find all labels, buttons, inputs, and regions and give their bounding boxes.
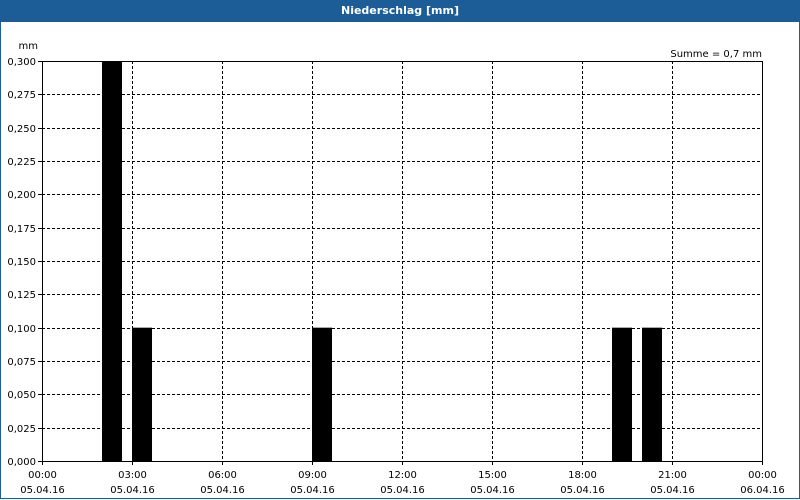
x-tick-date-label: 05.04.16 bbox=[560, 485, 605, 496]
x-tick-time-label: 15:00 bbox=[478, 470, 507, 481]
y-tick-label: 0,050 bbox=[7, 390, 36, 401]
chart-svg: 0,000 0,025 0,050 0,075 0,100 0,125 0,150 0,175… bbox=[7, 41, 784, 496]
x-tick-date-label: 05.04.16 bbox=[200, 485, 245, 496]
bar bbox=[102, 61, 123, 461]
x-tick-date-label: 05.04.16 bbox=[290, 485, 335, 496]
x-tick-time-label: 03:00 bbox=[118, 470, 147, 481]
x-tick-date-label: 06.04.16 bbox=[740, 485, 785, 496]
x-tick-time-label: 06:00 bbox=[208, 470, 237, 481]
x-tick-time-label: 09:00 bbox=[298, 470, 327, 481]
x-tick-date-label: 05.04.16 bbox=[650, 485, 695, 496]
x-tick-time-label: 18:00 bbox=[568, 470, 597, 481]
x-tick-date-label: 05.04.16 bbox=[470, 485, 515, 496]
x-tick-date-label: 05.04.16 bbox=[20, 485, 65, 496]
bar bbox=[312, 327, 333, 461]
y-tick-label: 0,150 bbox=[7, 257, 36, 268]
x-tick-time-label: 21:00 bbox=[658, 470, 687, 481]
y-axis-unit-label: mm bbox=[19, 41, 38, 52]
y-tick-label: 0,300 bbox=[7, 57, 36, 68]
bar bbox=[612, 327, 633, 461]
y-tick-label: 0,000 bbox=[7, 457, 36, 468]
sum-annotation: Summe = 0,7 mm bbox=[670, 49, 762, 60]
chart-frame: 0,000 0,025 0,050 0,075 0,100 0,125 0,150 0,175… bbox=[0, 22, 800, 499]
x-tick-time-label: 00:00 bbox=[748, 470, 777, 481]
chart-title: Niederschlag [mm] bbox=[0, 0, 800, 22]
y-tick-label: 0,275 bbox=[7, 90, 36, 101]
x-tick-time-label: 00:00 bbox=[28, 470, 57, 481]
x-tick-date-label: 05.04.16 bbox=[380, 485, 425, 496]
y-tick-label: 0,175 bbox=[7, 224, 36, 235]
bar bbox=[642, 327, 663, 461]
tick-labels: 0,000 0,025 0,050 0,075 0,100 0,125 0,150 0,175… bbox=[7, 57, 784, 496]
x-tick-date-label: 05.04.16 bbox=[110, 485, 155, 496]
y-tick-label: 0,225 bbox=[7, 157, 36, 168]
bar bbox=[132, 327, 153, 461]
y-tick-label: 0,075 bbox=[7, 357, 36, 368]
y-tick-label: 0,200 bbox=[7, 190, 36, 201]
y-tick-label: 0,125 bbox=[7, 290, 36, 301]
y-tick-label: 0,250 bbox=[7, 124, 36, 135]
x-tick-time-label: 12:00 bbox=[388, 470, 417, 481]
y-tick-label: 0,025 bbox=[7, 424, 36, 435]
y-tick-label: 0,100 bbox=[7, 324, 36, 335]
